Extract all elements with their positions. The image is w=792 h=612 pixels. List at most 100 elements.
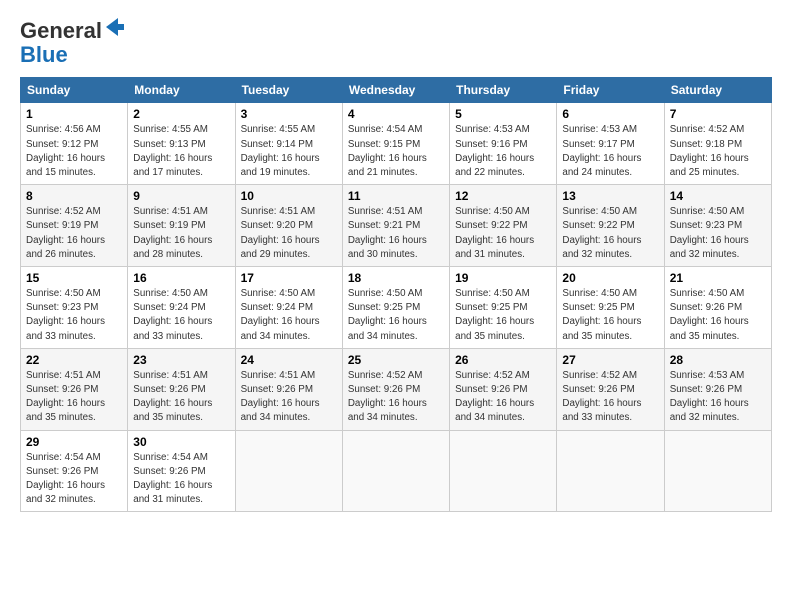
day-info: Sunrise: 4:52 AM Sunset: 9:18 PM Dayligh… xyxy=(670,123,766,180)
day-cell: 25 Sunrise: 4:52 AM Sunset: 9:26 PM Dayl… xyxy=(342,348,449,430)
day-info: Sunrise: 4:51 AM Sunset: 9:19 PM Dayligh… xyxy=(133,205,229,262)
day-number: 29 xyxy=(26,435,122,449)
day-number: 14 xyxy=(670,189,766,203)
day-number: 13 xyxy=(562,189,658,203)
day-number: 23 xyxy=(133,353,229,367)
calendar-header-row: SundayMondayTuesdayWednesdayThursdayFrid… xyxy=(21,78,772,103)
day-cell: 13 Sunrise: 4:50 AM Sunset: 9:22 PM Dayl… xyxy=(557,185,664,267)
day-number: 20 xyxy=(562,271,658,285)
day-number: 30 xyxy=(133,435,229,449)
day-cell: 2 Sunrise: 4:55 AM Sunset: 9:13 PM Dayli… xyxy=(128,103,235,185)
logo-arrow-icon xyxy=(104,16,126,38)
day-number: 17 xyxy=(241,271,337,285)
day-cell: 11 Sunrise: 4:51 AM Sunset: 9:21 PM Dayl… xyxy=(342,185,449,267)
day-cell: 16 Sunrise: 4:50 AM Sunset: 9:24 PM Dayl… xyxy=(128,267,235,349)
logo-text: General xyxy=(20,16,126,43)
day-info: Sunrise: 4:54 AM Sunset: 9:15 PM Dayligh… xyxy=(348,123,444,180)
day-cell: 7 Sunrise: 4:52 AM Sunset: 9:18 PM Dayli… xyxy=(664,103,771,185)
day-cell: 29 Sunrise: 4:54 AM Sunset: 9:26 PM Dayl… xyxy=(21,430,128,512)
day-number: 26 xyxy=(455,353,551,367)
day-number: 16 xyxy=(133,271,229,285)
day-info: Sunrise: 4:52 AM Sunset: 9:19 PM Dayligh… xyxy=(26,205,122,262)
day-info: Sunrise: 4:53 AM Sunset: 9:16 PM Dayligh… xyxy=(455,123,551,180)
day-info: Sunrise: 4:50 AM Sunset: 9:25 PM Dayligh… xyxy=(562,287,658,344)
day-number: 12 xyxy=(455,189,551,203)
day-number: 7 xyxy=(670,107,766,121)
day-info: Sunrise: 4:50 AM Sunset: 9:25 PM Dayligh… xyxy=(348,287,444,344)
day-cell: 26 Sunrise: 4:52 AM Sunset: 9:26 PM Dayl… xyxy=(450,348,557,430)
day-info: Sunrise: 4:50 AM Sunset: 9:26 PM Dayligh… xyxy=(670,287,766,344)
day-number: 6 xyxy=(562,107,658,121)
day-number: 5 xyxy=(455,107,551,121)
day-cell: 12 Sunrise: 4:50 AM Sunset: 9:22 PM Dayl… xyxy=(450,185,557,267)
day-info: Sunrise: 4:51 AM Sunset: 9:21 PM Dayligh… xyxy=(348,205,444,262)
day-info: Sunrise: 4:52 AM Sunset: 9:26 PM Dayligh… xyxy=(455,369,551,426)
page: General Blue SundayMondayTuesdayWednesda… xyxy=(0,0,792,612)
day-cell xyxy=(450,430,557,512)
day-cell: 24 Sunrise: 4:51 AM Sunset: 9:26 PM Dayl… xyxy=(235,348,342,430)
day-cell xyxy=(557,430,664,512)
day-number: 8 xyxy=(26,189,122,203)
week-row-3: 15 Sunrise: 4:50 AM Sunset: 9:23 PM Dayl… xyxy=(21,267,772,349)
week-row-2: 8 Sunrise: 4:52 AM Sunset: 9:19 PM Dayli… xyxy=(21,185,772,267)
day-info: Sunrise: 4:50 AM Sunset: 9:22 PM Dayligh… xyxy=(455,205,551,262)
week-row-1: 1 Sunrise: 4:56 AM Sunset: 9:12 PM Dayli… xyxy=(21,103,772,185)
day-cell: 10 Sunrise: 4:51 AM Sunset: 9:20 PM Dayl… xyxy=(235,185,342,267)
day-info: Sunrise: 4:50 AM Sunset: 9:22 PM Dayligh… xyxy=(562,205,658,262)
calendar-table: SundayMondayTuesdayWednesdayThursdayFrid… xyxy=(20,77,772,512)
day-number: 24 xyxy=(241,353,337,367)
day-info: Sunrise: 4:51 AM Sunset: 9:20 PM Dayligh… xyxy=(241,205,337,262)
col-header-tuesday: Tuesday xyxy=(235,78,342,103)
col-header-wednesday: Wednesday xyxy=(342,78,449,103)
day-info: Sunrise: 4:53 AM Sunset: 9:17 PM Dayligh… xyxy=(562,123,658,180)
day-cell: 28 Sunrise: 4:53 AM Sunset: 9:26 PM Dayl… xyxy=(664,348,771,430)
day-number: 19 xyxy=(455,271,551,285)
day-cell xyxy=(664,430,771,512)
day-cell: 6 Sunrise: 4:53 AM Sunset: 9:17 PM Dayli… xyxy=(557,103,664,185)
day-cell: 18 Sunrise: 4:50 AM Sunset: 9:25 PM Dayl… xyxy=(342,267,449,349)
col-header-monday: Monday xyxy=(128,78,235,103)
day-info: Sunrise: 4:56 AM Sunset: 9:12 PM Dayligh… xyxy=(26,123,122,180)
logo-general: General xyxy=(20,18,102,43)
day-cell: 23 Sunrise: 4:51 AM Sunset: 9:26 PM Dayl… xyxy=(128,348,235,430)
day-info: Sunrise: 4:50 AM Sunset: 9:24 PM Dayligh… xyxy=(133,287,229,344)
day-cell: 30 Sunrise: 4:54 AM Sunset: 9:26 PM Dayl… xyxy=(128,430,235,512)
day-number: 18 xyxy=(348,271,444,285)
day-cell: 17 Sunrise: 4:50 AM Sunset: 9:24 PM Dayl… xyxy=(235,267,342,349)
col-header-friday: Friday xyxy=(557,78,664,103)
day-cell: 3 Sunrise: 4:55 AM Sunset: 9:14 PM Dayli… xyxy=(235,103,342,185)
day-info: Sunrise: 4:55 AM Sunset: 9:14 PM Dayligh… xyxy=(241,123,337,180)
day-number: 28 xyxy=(670,353,766,367)
day-cell: 9 Sunrise: 4:51 AM Sunset: 9:19 PM Dayli… xyxy=(128,185,235,267)
day-number: 11 xyxy=(348,189,444,203)
day-cell: 20 Sunrise: 4:50 AM Sunset: 9:25 PM Dayl… xyxy=(557,267,664,349)
col-header-saturday: Saturday xyxy=(664,78,771,103)
logo-blue-text: Blue xyxy=(20,43,126,67)
day-info: Sunrise: 4:50 AM Sunset: 9:23 PM Dayligh… xyxy=(670,205,766,262)
day-cell: 22 Sunrise: 4:51 AM Sunset: 9:26 PM Dayl… xyxy=(21,348,128,430)
day-info: Sunrise: 4:51 AM Sunset: 9:26 PM Dayligh… xyxy=(133,369,229,426)
day-number: 10 xyxy=(241,189,337,203)
logo: General Blue xyxy=(20,16,126,67)
day-number: 22 xyxy=(26,353,122,367)
logo-blue-label: Blue xyxy=(20,42,68,67)
day-info: Sunrise: 4:50 AM Sunset: 9:23 PM Dayligh… xyxy=(26,287,122,344)
day-cell: 19 Sunrise: 4:50 AM Sunset: 9:25 PM Dayl… xyxy=(450,267,557,349)
day-number: 1 xyxy=(26,107,122,121)
day-number: 4 xyxy=(348,107,444,121)
day-info: Sunrise: 4:50 AM Sunset: 9:24 PM Dayligh… xyxy=(241,287,337,344)
day-cell: 8 Sunrise: 4:52 AM Sunset: 9:19 PM Dayli… xyxy=(21,185,128,267)
day-number: 3 xyxy=(241,107,337,121)
week-row-4: 22 Sunrise: 4:51 AM Sunset: 9:26 PM Dayl… xyxy=(21,348,772,430)
day-number: 15 xyxy=(26,271,122,285)
day-number: 25 xyxy=(348,353,444,367)
day-cell: 27 Sunrise: 4:52 AM Sunset: 9:26 PM Dayl… xyxy=(557,348,664,430)
week-row-5: 29 Sunrise: 4:54 AM Sunset: 9:26 PM Dayl… xyxy=(21,430,772,512)
day-cell: 14 Sunrise: 4:50 AM Sunset: 9:23 PM Dayl… xyxy=(664,185,771,267)
day-cell xyxy=(342,430,449,512)
day-info: Sunrise: 4:53 AM Sunset: 9:26 PM Dayligh… xyxy=(670,369,766,426)
day-cell: 1 Sunrise: 4:56 AM Sunset: 9:12 PM Dayli… xyxy=(21,103,128,185)
day-info: Sunrise: 4:55 AM Sunset: 9:13 PM Dayligh… xyxy=(133,123,229,180)
day-cell: 15 Sunrise: 4:50 AM Sunset: 9:23 PM Dayl… xyxy=(21,267,128,349)
header: General Blue xyxy=(20,16,772,67)
